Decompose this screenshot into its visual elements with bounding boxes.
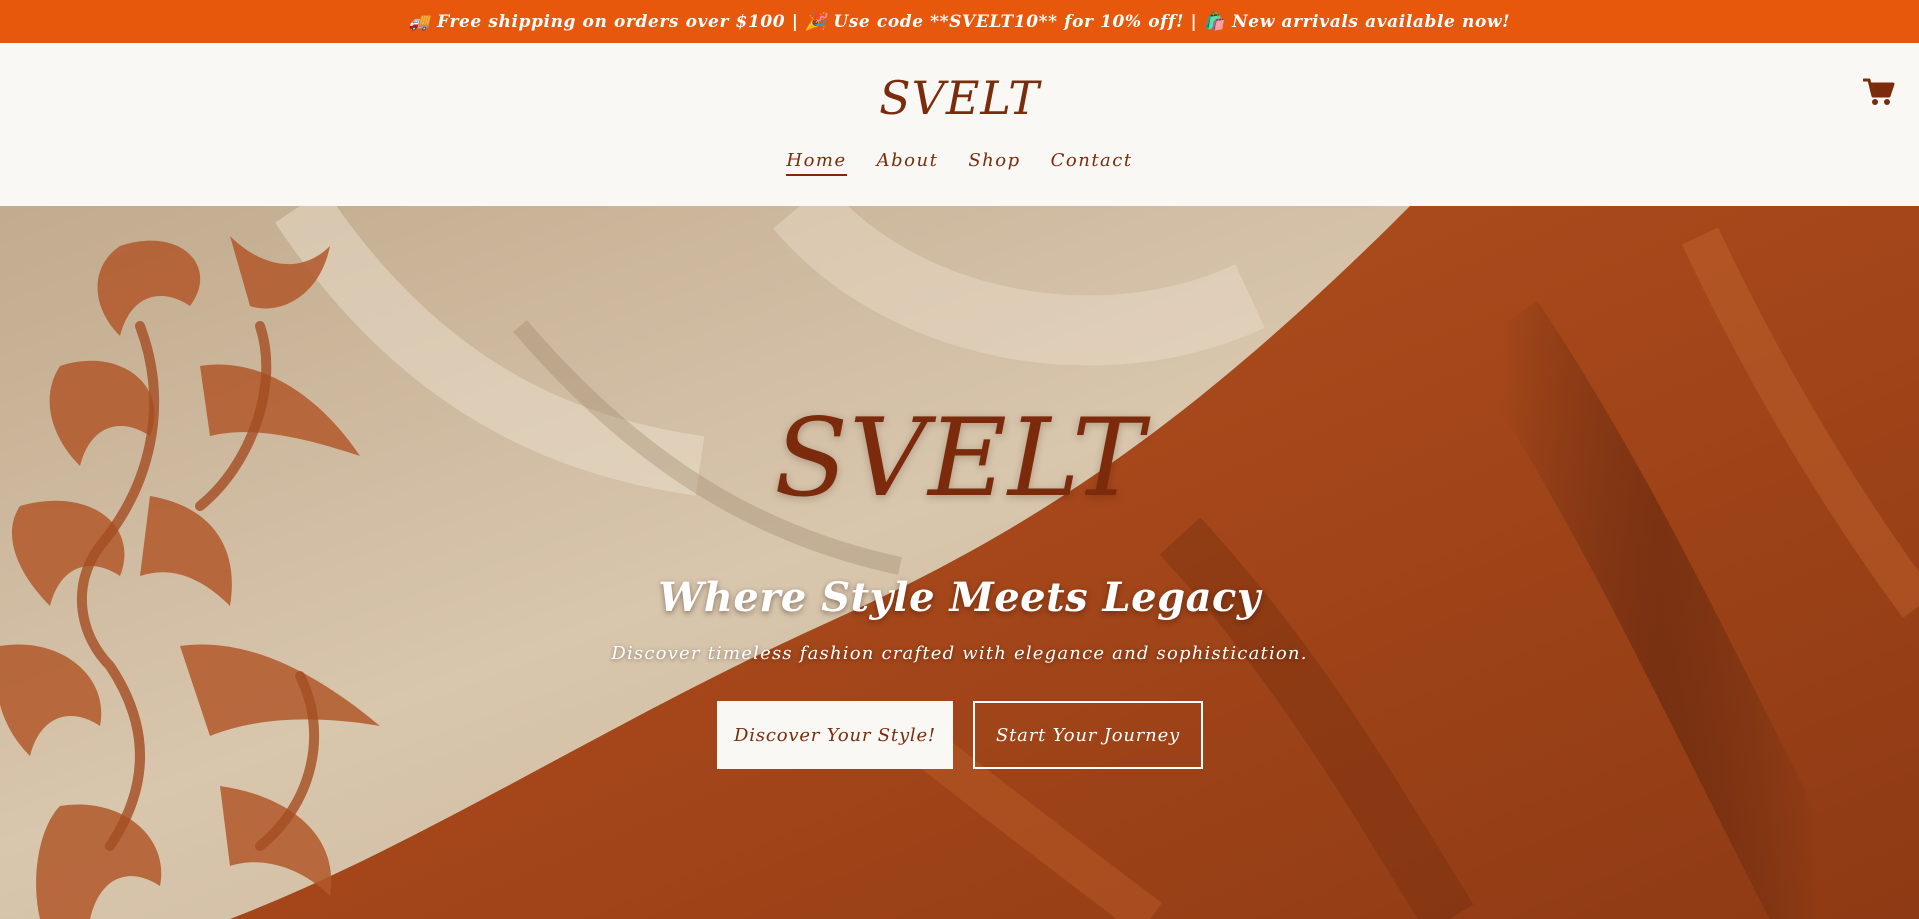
nav-contact[interactable]: Contact — [1051, 150, 1133, 176]
hero-title: Where Style Meets Legacy — [658, 574, 1261, 621]
hero-section: SVELT Where Style Meets Legacy Discover … — [0, 206, 1919, 919]
site-header: SVELT Home About Shop Contact — [0, 43, 1919, 206]
announcement-bar: 🚚 Free shipping on orders over $100 | 🎉 … — [0, 0, 1919, 43]
discover-style-button[interactable]: Discover Your Style! — [717, 701, 953, 769]
nav-shop[interactable]: Shop — [968, 150, 1020, 176]
hero-subtitle: Discover timeless fashion crafted with e… — [611, 643, 1308, 664]
start-journey-button[interactable]: Start Your Journey — [973, 701, 1203, 769]
nav-about[interactable]: About — [877, 150, 939, 176]
site-logo[interactable]: SVELT — [0, 71, 1919, 125]
announcement-text: 🚚 Free shipping on orders over $100 | 🎉 … — [408, 11, 1511, 32]
main-nav: Home About Shop Contact — [0, 150, 1919, 176]
hero-content: SVELT Where Style Meets Legacy Discover … — [0, 206, 1919, 919]
hero-logo: SVELT — [774, 396, 1145, 521]
shopping-cart-icon[interactable] — [1862, 77, 1895, 107]
nav-home[interactable]: Home — [786, 150, 847, 176]
